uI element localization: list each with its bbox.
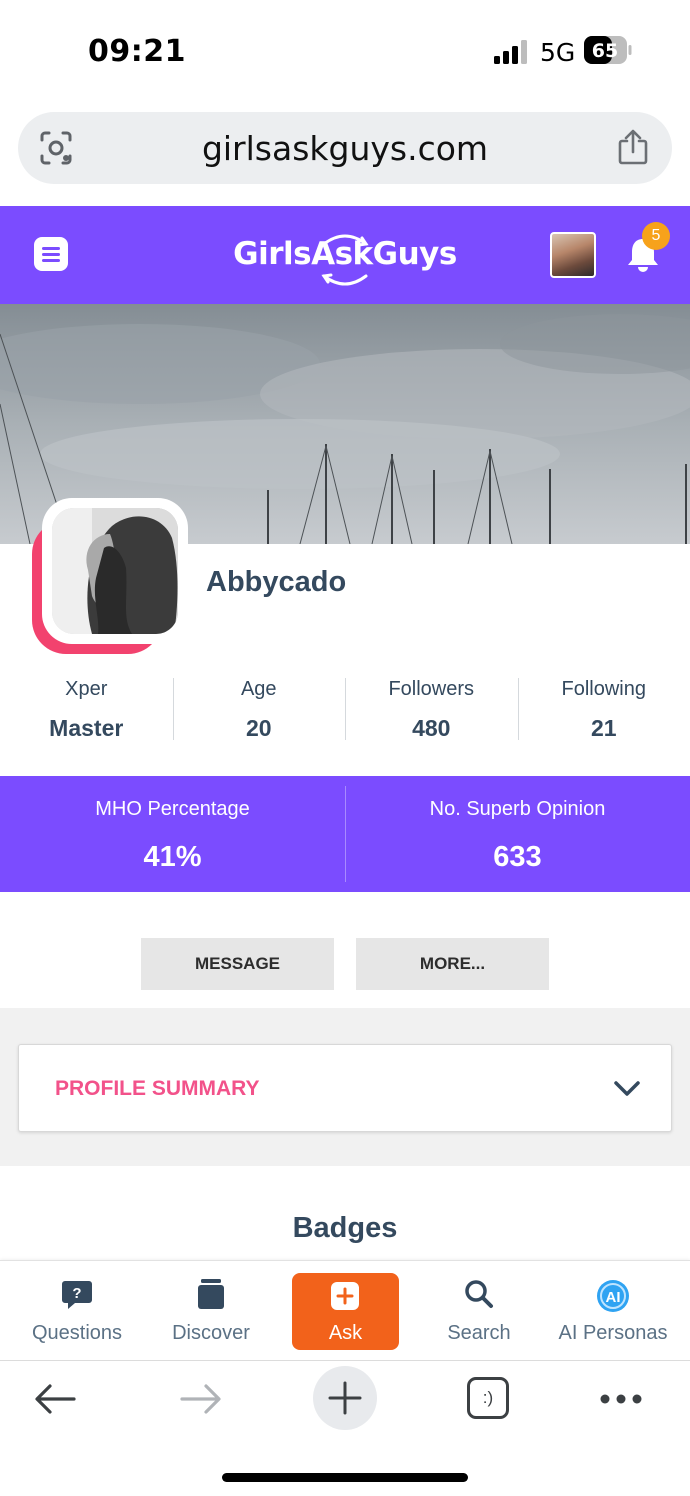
profile-stats: Xper Master Age 20 Followers 480 Followi… (0, 668, 690, 748)
share-icon[interactable] (616, 128, 650, 166)
more-options-icon[interactable] (600, 1393, 642, 1405)
svg-text:?: ? (72, 1285, 81, 1302)
battery-icon: 65 (584, 36, 632, 64)
superb-opinion-label: No. Superb Opinion (429, 798, 606, 820)
nav-label: AI Personas (558, 1322, 668, 1344)
mho-label: MHO Percentage (95, 798, 250, 820)
stat-label: Followers (388, 678, 475, 700)
status-bar: 09:21 5G 65 (0, 0, 690, 100)
stat-label: Following (561, 678, 646, 700)
profile-username: Abbycado (206, 566, 347, 598)
message-button[interactable]: MESSAGE (141, 938, 334, 990)
profile-avatar[interactable] (42, 498, 188, 644)
nav-label: Questions (31, 1322, 123, 1344)
new-tab-button[interactable] (313, 1366, 377, 1430)
question-bubble-icon: ? (62, 1281, 92, 1309)
notification-badge: 5 (642, 222, 670, 250)
url-bar[interactable]: girlsaskguys.com (18, 112, 672, 184)
badges-heading: Badges (292, 1212, 398, 1244)
mho-value: 41% (143, 841, 202, 873)
chevron-down-icon[interactable] (613, 1075, 641, 1101)
stat-label: Age (240, 678, 277, 700)
forward-arrow-icon[interactable] (180, 1383, 222, 1415)
stat-label: Xper (65, 678, 108, 700)
opinion-stats-bar: MHO Percentage 41% No. Superb Opinion 63… (0, 776, 690, 892)
nav-label: Search (447, 1322, 511, 1344)
status-time: 09:21 (88, 34, 186, 69)
plus-icon (328, 1381, 362, 1415)
logo-swoosh-icon (321, 234, 369, 286)
profile-summary-title: PROFILE SUMMARY (55, 1077, 260, 1100)
signal-icon (494, 40, 527, 64)
stat-xper: Xper Master (0, 668, 173, 748)
stat-value: 20 (245, 715, 272, 741)
svg-text:AI: AI (606, 1289, 621, 1306)
search-icon (465, 1280, 493, 1308)
nav-search[interactable]: Search (412, 1261, 546, 1361)
more-button[interactable]: MORE... (356, 938, 549, 990)
nav-label: Ask (328, 1322, 363, 1344)
nav-ai-personas[interactable]: AI AI Personas (546, 1261, 680, 1361)
profile-summary-toggle[interactable]: PROFILE SUMMARY (18, 1044, 672, 1132)
superb-opinion-value: 633 (493, 841, 542, 873)
battery-level: 65 (592, 40, 618, 62)
back-arrow-icon[interactable] (34, 1383, 76, 1415)
stat-value: 480 (412, 715, 451, 741)
nav-ask-button[interactable]: Ask (292, 1273, 399, 1350)
cards-icon (198, 1279, 224, 1309)
plus-box-icon (331, 1282, 359, 1310)
stat-followers[interactable]: Followers 480 (345, 668, 518, 748)
nav-discover[interactable]: Discover (144, 1261, 278, 1361)
nav-questions[interactable]: ? Questions (10, 1261, 144, 1361)
mho-percentage: MHO Percentage 41% (0, 776, 345, 892)
tabs-switcher-icon[interactable]: :) (467, 1377, 509, 1419)
stat-value: 21 (590, 715, 617, 741)
profile-photo (52, 508, 178, 634)
superb-opinion-count: No. Superb Opinion 633 (345, 776, 690, 892)
stat-value: Master (49, 715, 124, 741)
stat-following[interactable]: Following 21 (517, 668, 690, 748)
user-avatar[interactable] (550, 232, 596, 278)
home-indicator (222, 1473, 468, 1482)
ai-icon: AI (597, 1280, 629, 1312)
profile-summary-section: PROFILE SUMMARY (0, 1008, 690, 1166)
url-text[interactable]: girlsaskguys.com (18, 129, 672, 168)
bottom-nav: ? Questions Discover Ask Search AI AI Pe… (0, 1260, 690, 1360)
stat-age: Age 20 (172, 668, 346, 748)
network-type: 5G (540, 38, 576, 67)
nav-label: Discover (172, 1322, 250, 1344)
